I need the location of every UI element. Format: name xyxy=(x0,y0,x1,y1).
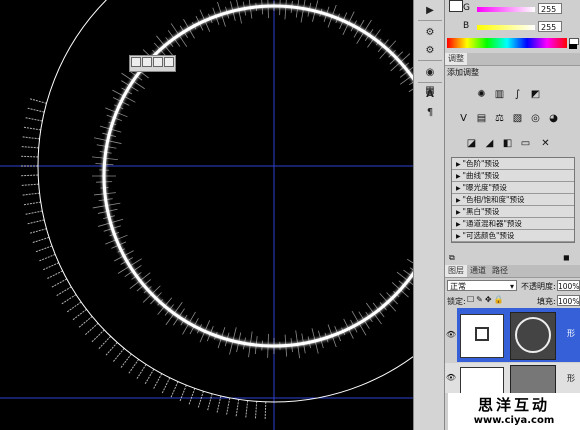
preset-list: "色阶"预设 "曲线"预设 "曝光度"预设 "色相/饱和度"预设 "黑白"预设 … xyxy=(451,157,575,243)
vector-mask-thumbnail xyxy=(510,312,556,360)
lock-icons[interactable]: ☐✎✥🔒 xyxy=(467,295,506,304)
g-value-field[interactable]: 255 xyxy=(538,3,562,14)
tab-channels[interactable]: 通道 xyxy=(467,265,489,277)
photo-filter-icon[interactable]: ◎ xyxy=(529,112,542,125)
layer-thumbnail xyxy=(460,367,504,395)
brushes-icon[interactable]: ⚙ xyxy=(421,24,439,40)
threshold-icon[interactable]: ◧ xyxy=(501,137,514,150)
curves-icon[interactable]: ∫ xyxy=(511,88,524,101)
path-intersect-icon[interactable] xyxy=(153,57,163,67)
opacity-label: 不透明度: xyxy=(521,282,556,291)
preset-item[interactable]: "曲线"预设 xyxy=(452,170,574,182)
navigator-icon[interactable]: ▶ xyxy=(421,2,439,18)
g-slider[interactable] xyxy=(477,7,535,12)
add-adjustment-title: 添加调整 xyxy=(447,68,479,77)
black-white-icon[interactable]: ▧ xyxy=(511,112,524,125)
b-slider[interactable] xyxy=(477,25,535,30)
gradient-map-icon[interactable]: ▭ xyxy=(519,137,532,150)
blend-mode-select[interactable]: 正常 ▾ xyxy=(447,280,517,291)
ring-spikes xyxy=(91,0,413,359)
b-label: B xyxy=(463,21,470,31)
vibrance-icon[interactable]: V xyxy=(457,112,470,125)
layer-name[interactable]: 形 xyxy=(567,328,575,339)
levels-icon[interactable]: ▥ xyxy=(493,88,506,101)
foreground-swatch[interactable] xyxy=(449,0,463,12)
b-value-field[interactable]: 255 xyxy=(538,21,562,32)
lock-label: 锁定: xyxy=(447,297,466,306)
canvas-artwork xyxy=(0,0,413,430)
selective-color-icon[interactable]: ✕ xyxy=(539,137,552,150)
document-canvas[interactable] xyxy=(0,0,413,430)
layer-name[interactable]: 形 xyxy=(567,373,575,384)
invert-icon[interactable]: ◪ xyxy=(465,137,478,150)
watermark-url: www.ciya.com xyxy=(473,415,555,426)
fill-field[interactable]: 100% xyxy=(557,295,580,306)
path-exclude-icon[interactable] xyxy=(164,57,174,67)
tab-layers[interactable]: 图层 xyxy=(445,265,467,277)
layer-thumbnail xyxy=(460,314,504,358)
actions-icon[interactable]: ◉ xyxy=(421,64,439,80)
preset-item[interactable]: "曝光度"预设 xyxy=(452,182,574,194)
adjustments-tab-header: 调整 xyxy=(445,53,580,66)
preset-item[interactable]: "色相/饱和度"预设 xyxy=(452,194,574,206)
opacity-field[interactable]: 100% xyxy=(557,280,580,291)
black-swatch[interactable] xyxy=(569,44,577,49)
posterize-icon[interactable]: ◢ xyxy=(483,137,496,150)
layer-row[interactable]: 👁 形 xyxy=(445,363,580,395)
color-balance-icon[interactable]: ⚖ xyxy=(493,112,506,125)
exposure-icon[interactable]: ◩ xyxy=(529,88,542,101)
layer-row-selected[interactable]: 👁 形 xyxy=(445,308,580,362)
hue-saturation-icon[interactable]: ▤ xyxy=(475,112,488,125)
character-icon[interactable]: A xyxy=(421,86,439,102)
chevron-down-icon: ▾ xyxy=(509,282,514,291)
path-combine-icon[interactable] xyxy=(131,57,141,67)
outer-path-circle xyxy=(37,0,413,403)
camera-icon[interactable]: ◼ xyxy=(563,253,570,262)
preset-item[interactable]: "色阶"预设 xyxy=(452,158,574,170)
eye-icon[interactable]: 👁 xyxy=(445,363,457,393)
watermark: 思洋互动 www.ciya.com xyxy=(448,393,580,430)
preset-item[interactable]: "可选颜色"预设 xyxy=(452,230,574,242)
color-spectrum[interactable] xyxy=(447,38,567,48)
panel-icon-strip: ▶ ⚙ ⚙ ◉ ▦ A ¶ xyxy=(413,0,445,430)
watermark-title: 思洋互动 xyxy=(477,396,550,414)
g-label: G xyxy=(463,3,470,13)
eye-icon[interactable]: 👁 xyxy=(445,308,457,362)
layer-mask-thumbnail xyxy=(510,365,556,395)
blend-mode-value: 正常 xyxy=(450,282,466,291)
channel-mixer-icon[interactable]: ◕ xyxy=(547,112,560,125)
preset-item[interactable]: "通道混和器"预设 xyxy=(452,218,574,230)
path-operation-buttons[interactable] xyxy=(129,55,176,72)
paragraph-icon[interactable]: ¶ xyxy=(421,104,439,120)
right-panels: G 255 B 255 调整 添加调整 ✺ ▥ ∫ ◩ V ▤ ⚖ ▧ ◎ ◕ … xyxy=(445,0,580,430)
clone-source-icon[interactable]: ⚙ xyxy=(421,42,439,58)
tab-paths[interactable]: 路径 xyxy=(489,265,511,277)
preset-item[interactable]: "黑白"预设 xyxy=(452,206,574,218)
path-subtract-icon[interactable] xyxy=(142,57,152,67)
fill-label: 填充: xyxy=(537,297,556,306)
tab-adjustments[interactable]: 调整 xyxy=(445,53,467,65)
layers-tab-header: 图层 通道 路径 xyxy=(445,265,580,278)
adjustment-layer-icon[interactable]: ⧉ xyxy=(449,253,455,263)
brightness-icon[interactable]: ✺ xyxy=(475,88,488,101)
